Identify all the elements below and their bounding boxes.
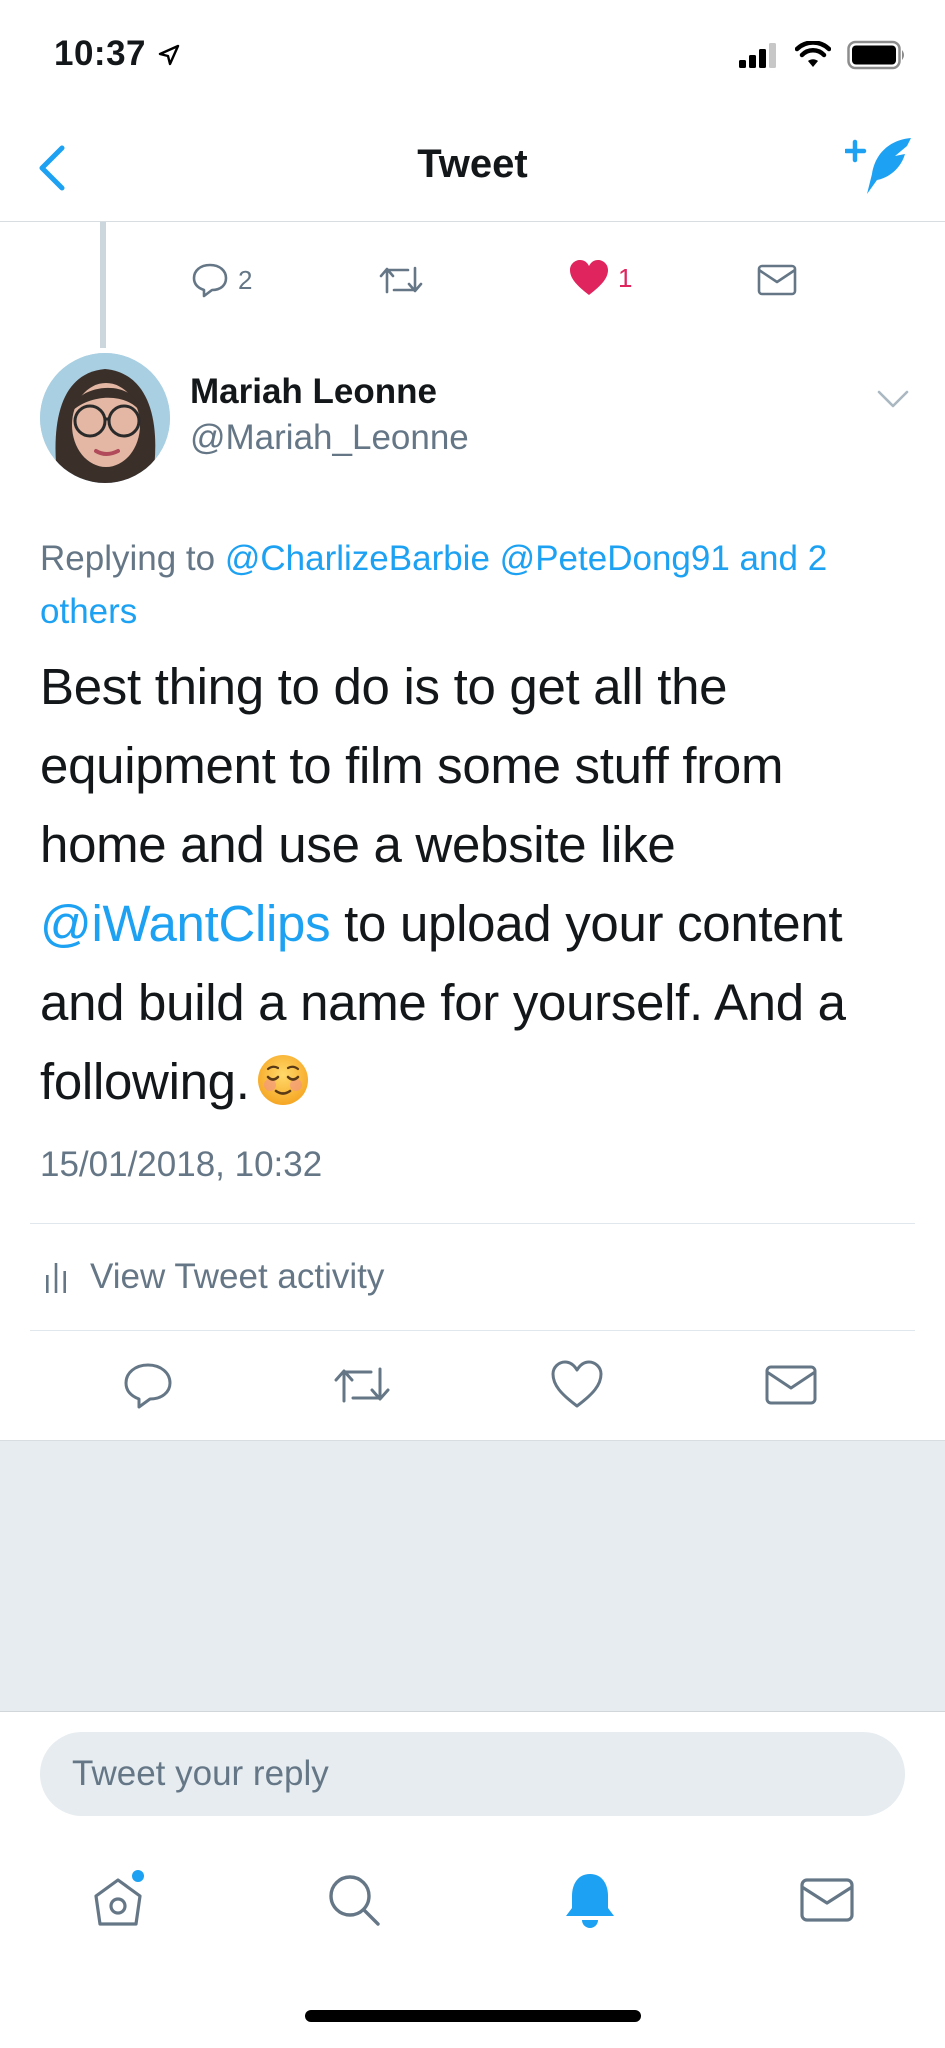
reply-icon (124, 1363, 172, 1409)
messages-icon (800, 1878, 854, 1922)
mention-link[interactable]: @CharlizeBarbie (225, 539, 490, 578)
divider (0, 1711, 945, 1712)
divider (30, 1223, 915, 1224)
mention-link[interactable]: @iWantClips (40, 895, 331, 952)
share-via-dm-button[interactable] (764, 1359, 818, 1411)
chevron-down-icon[interactable] (876, 388, 910, 410)
signal-icon (739, 43, 776, 68)
retweet-icon (379, 266, 423, 294)
empty-replies-area (0, 1441, 945, 1711)
author-name[interactable]: Mariah Leonne (190, 372, 437, 412)
page-title: Tweet (417, 142, 528, 186)
mention-link[interactable]: @PeteDong91 (500, 539, 730, 578)
replying-label: Replying to (40, 539, 216, 578)
author-handle[interactable]: @Mariah_Leonne (190, 418, 469, 458)
activity-label: View Tweet activity (90, 1257, 385, 1296)
wifi-icon (795, 41, 831, 67)
avatar[interactable] (40, 353, 170, 483)
mention-link-conjunction[interactable]: and (740, 539, 798, 578)
retweet-button[interactable] (332, 1359, 392, 1411)
prev-like-button[interactable]: 1 (568, 258, 632, 298)
location-arrow-icon (158, 44, 180, 66)
tweet-text: Best thing to do is to get all the equip… (40, 647, 910, 1121)
like-button[interactable] (550, 1359, 604, 1411)
home-icon (94, 1870, 144, 1926)
tab-bar (0, 1840, 945, 1960)
prev-reply-count: 2 (238, 264, 253, 295)
tab-messages[interactable] (767, 1840, 887, 1960)
battery-icon (847, 40, 904, 70)
retweet-icon (334, 1367, 390, 1403)
previous-tweet-actions: 2 1 (0, 254, 945, 304)
view-tweet-activity-button[interactable]: View Tweet activity (44, 1255, 384, 1299)
analytics-bars-icon (46, 1263, 66, 1293)
tweet-text-part: Best thing to do is to get all the equip… (40, 658, 784, 873)
avatar-image (40, 353, 170, 483)
home-indicator[interactable] (305, 2010, 641, 2022)
status-icons (739, 40, 907, 70)
relieved-face-emoji-icon (257, 1055, 308, 1105)
heart-outline-icon (551, 1360, 603, 1408)
tweet-actions (0, 1355, 945, 1415)
tab-search[interactable] (294, 1840, 414, 1960)
divider (30, 1330, 915, 1331)
envelope-icon (757, 264, 797, 296)
prev-retweet-button[interactable] (378, 260, 424, 300)
replying-to: Replying to @CharlizeBarbie @PeteDong91 … (40, 532, 910, 638)
envelope-icon (765, 1365, 817, 1405)
reply-placeholder: Tweet your reply (72, 1754, 329, 1793)
reply-button[interactable] (122, 1359, 174, 1411)
compose-tweet-icon[interactable] (845, 134, 915, 200)
notifications-bell-icon (566, 1874, 614, 1928)
status-time: 10:37 (54, 34, 147, 73)
prev-like-count: 1 (618, 262, 633, 293)
search-icon (329, 1875, 380, 1926)
reply-icon (192, 263, 228, 298)
heart-filled-icon (570, 260, 608, 295)
tab-home[interactable] (58, 1840, 178, 1960)
tweet-timestamp: 15/01/2018, 10:32 (40, 1145, 323, 1184)
prev-dm-button[interactable] (756, 260, 798, 300)
nav-divider (0, 221, 945, 222)
prev-reply-button[interactable]: 2 (190, 260, 252, 300)
tab-notifications[interactable] (530, 1840, 650, 1960)
